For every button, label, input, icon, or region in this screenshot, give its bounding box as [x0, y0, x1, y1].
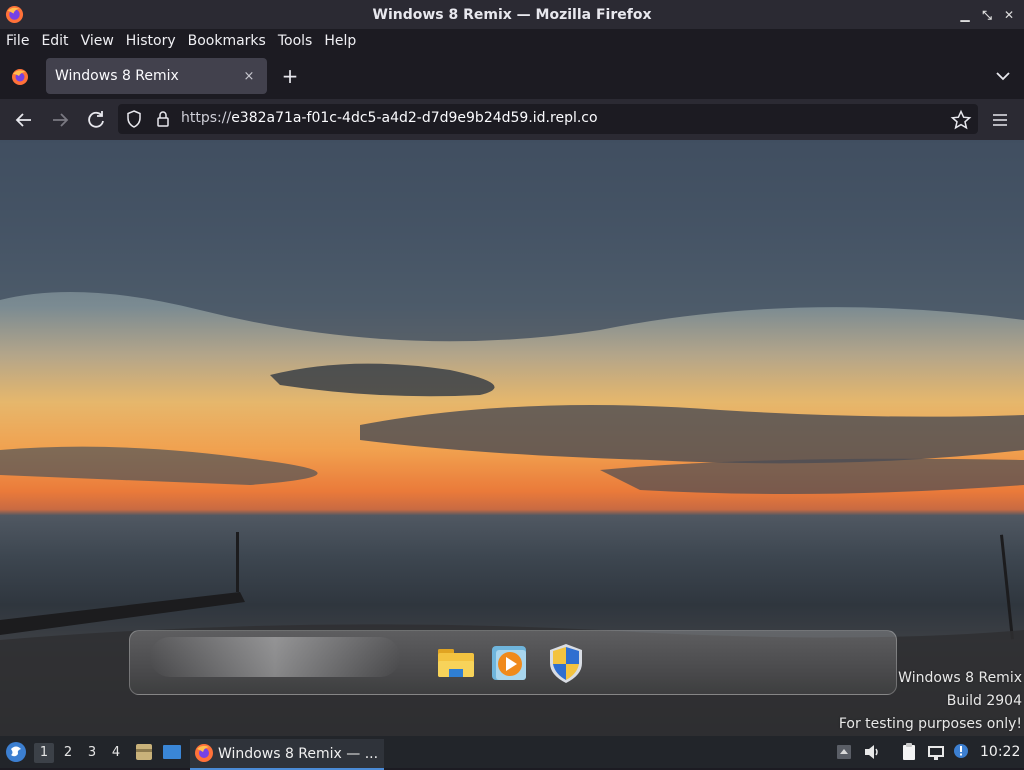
- workspace-2[interactable]: 2: [58, 743, 78, 763]
- desktop-icon[interactable]: [162, 742, 182, 762]
- volume-icon[interactable]: [862, 742, 882, 762]
- network-icon[interactable]: [926, 742, 946, 762]
- window-title: Windows 8 Remix — Mozilla Firefox: [372, 6, 652, 23]
- clock[interactable]: 10:22: [980, 744, 1020, 760]
- start-menu-icon[interactable]: [5, 741, 27, 763]
- workspace-4[interactable]: 4: [106, 743, 126, 763]
- workspace-1[interactable]: 1: [34, 743, 54, 763]
- menu-tools[interactable]: Tools: [272, 33, 319, 49]
- watermark-notice: For testing purposes only!: [838, 716, 1022, 732]
- watermark-build: Build 2904: [946, 693, 1022, 709]
- back-arrow-icon[interactable]: [11, 107, 37, 133]
- reload-icon[interactable]: [83, 107, 109, 133]
- window-titlebar: Windows 8 Remix — Mozilla Firefox ▁ ⤡ ✕: [0, 0, 1024, 29]
- tab-title: Windows 8 Remix: [55, 68, 179, 84]
- dock-glass-shine: [150, 637, 400, 677]
- forward-arrow-icon[interactable]: [47, 107, 73, 133]
- taskbar-firefox-window[interactable]: Windows 8 Remix — ...: [190, 739, 384, 770]
- tracking-protection-shield-icon[interactable]: [124, 109, 144, 129]
- clipboard-icon[interactable]: [899, 742, 919, 762]
- firefox-taskbar-icon: [195, 744, 213, 762]
- menu-file[interactable]: File: [0, 33, 35, 49]
- lock-icon[interactable]: [153, 109, 173, 129]
- tab-windows-8-remix[interactable]: Windows 8 Remix ×: [46, 58, 267, 94]
- menu-bar: File Edit View History Bookmarks Tools H…: [0, 29, 1024, 53]
- taskbar-window-label: Windows 8 Remix — ...: [218, 745, 379, 762]
- tab-bar: Windows 8 Remix × +: [0, 53, 1024, 99]
- url-host: e382a71a-f01c-4dc5-a4d2-d7d9e9b24d59.id.…: [231, 110, 598, 126]
- tray-arrow-icon[interactable]: [834, 742, 854, 762]
- dock: [129, 630, 897, 695]
- file-explorer-icon[interactable]: [434, 641, 478, 685]
- new-tab-button[interactable]: +: [278, 64, 302, 88]
- menu-help[interactable]: Help: [318, 33, 362, 49]
- chevron-down-icon[interactable]: [992, 65, 1014, 87]
- menu-history[interactable]: History: [120, 33, 182, 49]
- security-shield-icon[interactable]: [544, 641, 588, 685]
- menu-view[interactable]: View: [75, 33, 120, 49]
- notification-icon[interactable]: [952, 742, 972, 762]
- minimize-button[interactable]: ▁: [956, 6, 974, 24]
- close-window-button[interactable]: ✕: [1000, 6, 1018, 24]
- firefox-view-icon[interactable]: [8, 65, 32, 89]
- url-text[interactable]: https://e382a71a-f01c-4dc5-a4d2-d7d9e9b2…: [181, 110, 598, 126]
- menu-bookmarks[interactable]: Bookmarks: [182, 33, 272, 49]
- firefox-logo-icon: [5, 5, 24, 24]
- media-player-icon[interactable]: [488, 641, 532, 685]
- maximize-button[interactable]: ⤡: [978, 6, 996, 24]
- tab-close-icon[interactable]: ×: [239, 66, 259, 86]
- url-scheme: https://: [181, 110, 232, 126]
- taskbar: 1 2 3 4 Windows 8 Remix — ... 10:22: [0, 736, 1024, 770]
- file-manager-icon[interactable]: [134, 742, 154, 762]
- menu-edit[interactable]: Edit: [35, 33, 74, 49]
- bookmark-star-icon[interactable]: [950, 109, 972, 131]
- workspace-3[interactable]: 3: [82, 743, 102, 763]
- hamburger-menu-icon[interactable]: [989, 109, 1011, 131]
- watermark-title: Windows 8 Remix: [898, 670, 1022, 686]
